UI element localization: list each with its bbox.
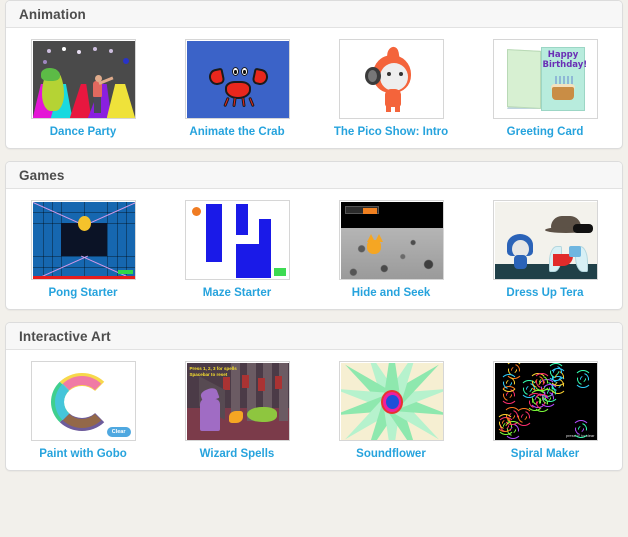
project-grid-animation: Dance Party Animate the Crab The Pico Sh… (6, 28, 622, 148)
soundflower-thumbnail[interactable] (338, 361, 444, 441)
section-title: Animation (19, 7, 86, 22)
clear-button[interactable]: Clear (106, 427, 131, 437)
project-card-paint-with-gobo[interactable]: Clear Paint with Gobo (6, 361, 160, 461)
maze-starter-thumbnail[interactable] (184, 200, 290, 280)
spiral-hint: press 'c' to clear (565, 433, 595, 438)
project-card-soundflower[interactable]: Soundflower (314, 361, 468, 461)
greeting-card-thumbnail[interactable]: Happy Birthday! (492, 39, 598, 119)
project-grid-games: Pong Starter Maze Starter Hide and Seek … (6, 189, 622, 309)
project-label[interactable]: The Pico Show: Intro (334, 126, 448, 139)
project-card-pico-show[interactable]: The Pico Show: Intro (314, 39, 468, 139)
section-games: Games Pong Starter Maze Starter Hide and… (5, 161, 623, 310)
hide-and-seek-thumbnail[interactable] (338, 200, 444, 280)
section-header-games: Games (6, 162, 622, 189)
wizard-hint-line1: Press 1, 2, 3 for spells (189, 366, 237, 371)
section-title: Interactive Art (19, 329, 111, 344)
project-card-dance-party[interactable]: Dance Party (6, 39, 160, 139)
wizard-spells-thumbnail[interactable]: Press 1, 2, 3 for spells Spacebar to res… (184, 361, 290, 441)
project-card-wizard-spells[interactable]: Press 1, 2, 3 for spells Spacebar to res… (160, 361, 314, 461)
project-grid-interactive-art: Clear Paint with Gobo Press 1, 2, 3 for … (6, 350, 622, 470)
project-gallery-page: Animation Dance Party Animate the Crab T… (0, 0, 628, 537)
wizard-hint-line2: Spacebar to reset (189, 371, 228, 377)
section-header-interactive-art: Interactive Art (6, 323, 622, 350)
project-card-spiral-maker[interactable]: press 'c' to clear Spiral Maker (468, 361, 622, 461)
project-label[interactable]: Dance Party (50, 126, 116, 139)
project-label[interactable]: Spiral Maker (511, 448, 579, 461)
project-label[interactable]: Soundflower (356, 448, 426, 461)
project-label[interactable]: Wizard Spells (200, 448, 275, 461)
project-card-maze-starter[interactable]: Maze Starter (160, 200, 314, 300)
pico-show-thumbnail[interactable] (338, 39, 444, 119)
project-label[interactable]: Dress Up Tera (506, 287, 583, 300)
project-label[interactable]: Animate the Crab (189, 126, 284, 139)
project-card-greeting-card[interactable]: Happy Birthday! Greeting Card (468, 39, 622, 139)
pong-starter-thumbnail[interactable] (30, 200, 136, 280)
spiral-maker-thumbnail[interactable]: press 'c' to clear (492, 361, 598, 441)
project-label[interactable]: Maze Starter (203, 287, 271, 300)
paint-with-gobo-thumbnail[interactable]: Clear (30, 361, 136, 441)
project-card-dress-up-tera[interactable]: Dress Up Tera (468, 200, 622, 300)
animate-the-crab-thumbnail[interactable] (184, 39, 290, 119)
section-interactive-art: Interactive Art Clear Paint with Gobo Pr… (5, 322, 623, 471)
project-label[interactable]: Pong Starter (48, 287, 117, 300)
project-card-animate-the-crab[interactable]: Animate the Crab (160, 39, 314, 139)
project-card-pong-starter[interactable]: Pong Starter (6, 200, 160, 300)
dance-party-thumbnail[interactable] (30, 39, 136, 119)
dress-up-tera-thumbnail[interactable] (492, 200, 598, 280)
section-animation: Animation Dance Party Animate the Crab T… (5, 0, 623, 149)
project-label[interactable]: Greeting Card (507, 126, 584, 139)
section-title: Games (19, 168, 65, 183)
project-label[interactable]: Hide and Seek (352, 287, 431, 300)
project-label[interactable]: Paint with Gobo (39, 448, 127, 461)
project-card-hide-and-seek[interactable]: Hide and Seek (314, 200, 468, 300)
section-header-animation: Animation (6, 1, 622, 28)
greeting-card-text-line2: Birthday! (542, 59, 588, 70)
